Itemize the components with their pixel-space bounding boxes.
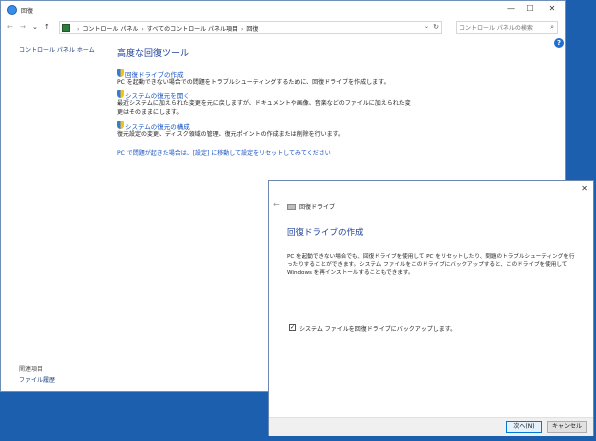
checkbox-label: システム ファイルを回復ドライブにバックアップします。 [299, 326, 457, 333]
dialog-body-text: PC を起動できない場合でも、回復ドライブを使用して PC をリセットしたり、問… [287, 254, 575, 276]
maximize-button[interactable]: ☐ [524, 4, 536, 13]
breadcrumb-recovery[interactable]: 回復 [246, 26, 258, 33]
tool-description: PC を起動できない場合での問題をトラブルシューティングするために、回復ドライブ… [117, 79, 390, 86]
control-panel-icon [62, 24, 70, 32]
refresh-icon[interactable]: ↻ [433, 23, 439, 31]
shield-icon [117, 69, 124, 77]
checkbox-check-icon[interactable]: ✓ [289, 324, 296, 331]
recovery-drive-dialog: ✕ ← 回復ドライブ 回復ドライブの作成 PC を起動できない場合でも、回復ドラ… [268, 180, 594, 436]
search-box: ⌕ [456, 21, 558, 34]
shield-icon [117, 121, 124, 129]
up-arrow-icon[interactable]: ↑ [44, 23, 50, 31]
address-bar[interactable]: › コントロール パネル › すべてのコントロール パネル項目 › 回復 ⌄ ↻ [59, 21, 442, 34]
search-icon[interactable]: ⌕ [550, 23, 554, 32]
tool-description: 最近システムに加えられた変更を元に戻しますが、ドキュメントや画像、音楽などのファ… [117, 100, 411, 116]
recent-locations-icon[interactable]: ⌄ [32, 23, 38, 31]
address-dropdown-icon[interactable]: ⌄ [424, 23, 429, 30]
title-bar: 回復 — ☐ ✕ [1, 1, 565, 19]
dialog-heading: 回復ドライブの作成 [287, 228, 364, 238]
breadcrumb: › コントロール パネル › すべてのコントロール パネル項目 › 回復 [74, 24, 258, 33]
help-icon[interactable]: ? [554, 38, 564, 48]
dialog-close-button[interactable]: ✕ [581, 184, 588, 193]
drive-icon [287, 204, 296, 210]
breadcrumb-all-items[interactable]: すべてのコントロール パネル項目 [147, 26, 238, 33]
minimize-button[interactable]: — [505, 4, 517, 13]
shield-icon [117, 90, 124, 98]
search-input[interactable] [459, 23, 547, 33]
sidebar-control-panel-home[interactable]: コントロール パネル ホーム [19, 45, 95, 54]
dialog-back-arrow-icon[interactable]: ← [273, 200, 280, 209]
cancel-button[interactable]: キャンセル [547, 421, 587, 433]
tool-description: 復元設定の変更、ディスク領域の管理、復元ポイントの作成または削除を行います。 [117, 131, 344, 138]
navigation-bar: ← → ⌄ ↑ › コントロール パネル › すべてのコントロール パネル項目 › 回復 … [1, 19, 565, 35]
breadcrumb-control-panel[interactable]: コントロール パネル [82, 26, 138, 33]
recovery-icon [7, 5, 17, 15]
breadcrumb-separator: › [240, 26, 244, 33]
back-arrow-icon[interactable]: ← [7, 23, 13, 31]
breadcrumb-separator: › [141, 26, 144, 33]
related-heading: 関連項目 [19, 366, 44, 373]
close-button[interactable]: ✕ [546, 4, 558, 13]
breadcrumb-separator: › [77, 26, 80, 33]
forward-arrow-icon[interactable]: → [20, 23, 26, 31]
dialog-title: 回復ドライブ [299, 204, 336, 211]
reset-pc-link[interactable]: PC で問題が起きた場合は、[設定] に移動して設定をリセットしてみてください [117, 148, 331, 157]
dialog-footer: 次へ(N) キャンセル [269, 417, 593, 436]
file-history-link[interactable]: ファイル履歴 [19, 375, 55, 384]
next-button[interactable]: 次へ(N) [506, 421, 542, 433]
window-title: 回復 [21, 8, 34, 15]
page-title: 高度な回復ツール [117, 49, 190, 59]
